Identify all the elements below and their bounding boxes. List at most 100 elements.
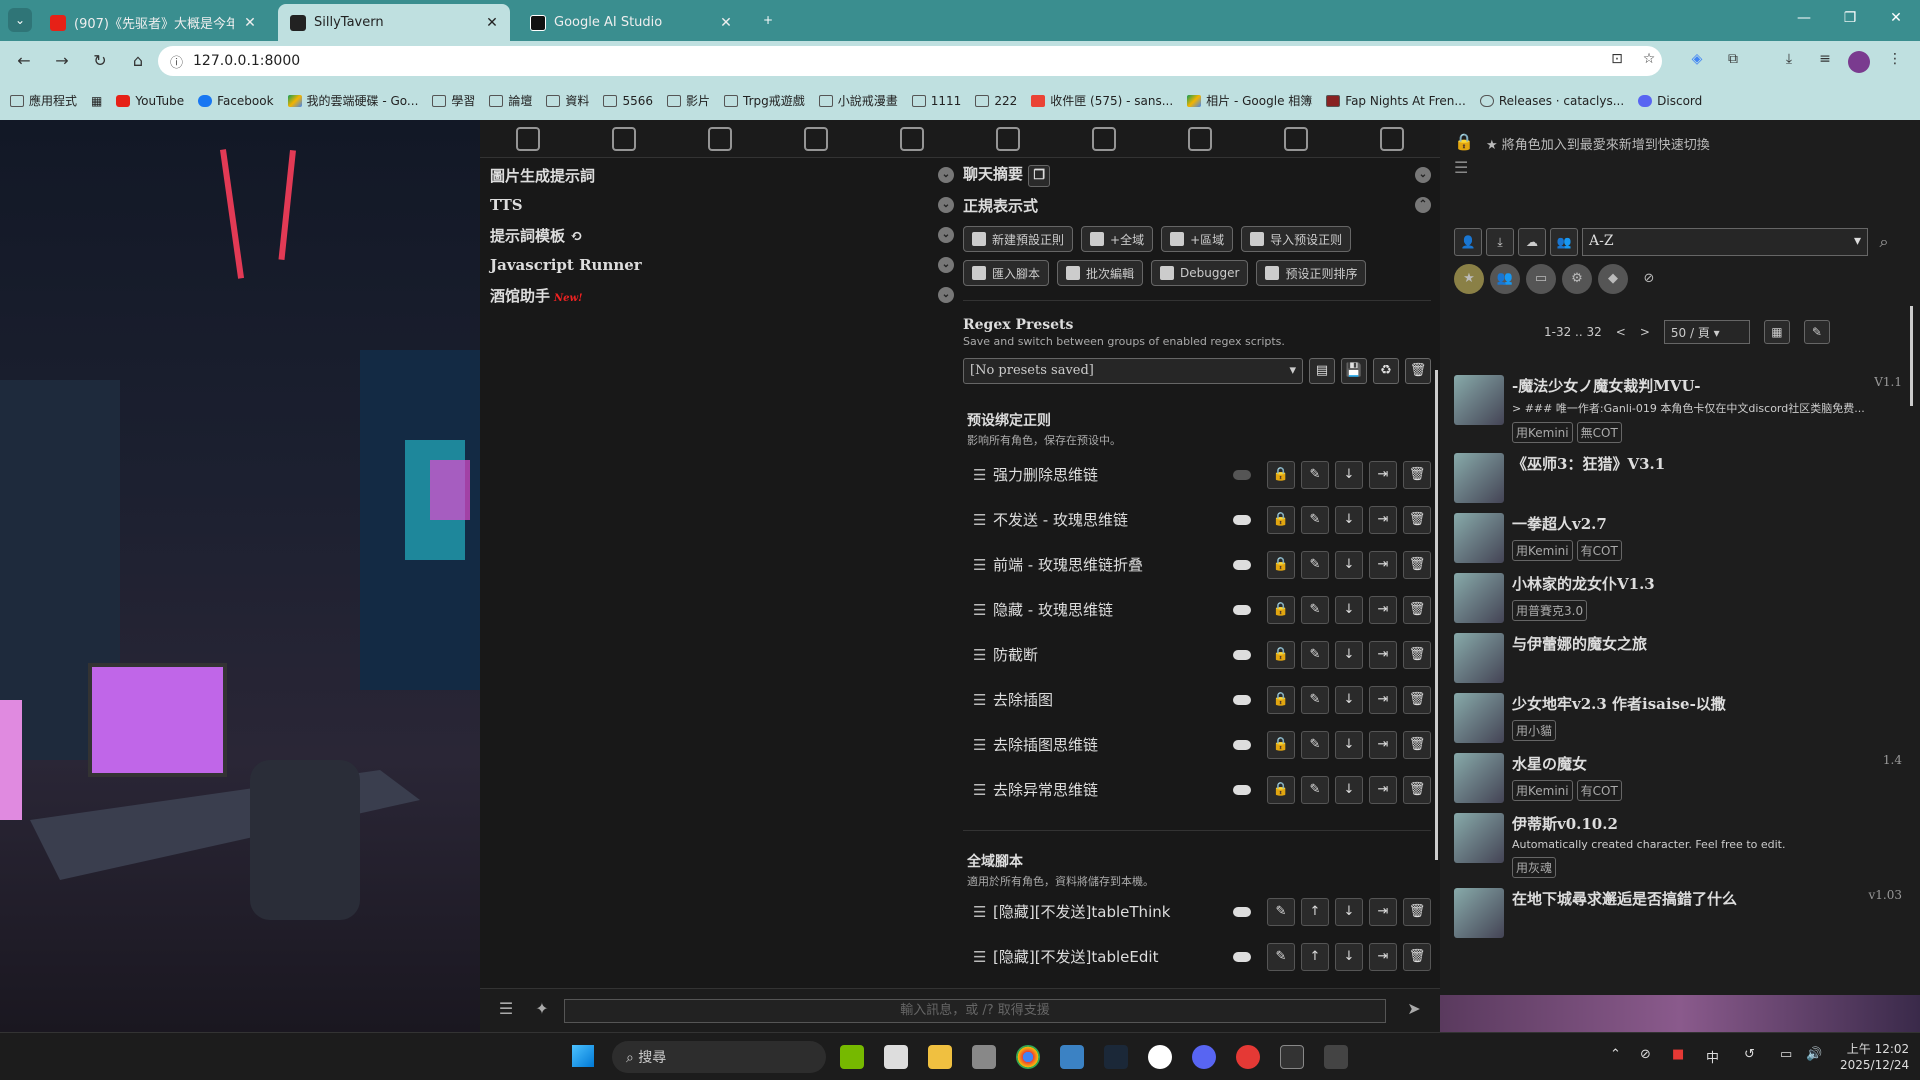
edit-icon[interactable]: ✎ [1301, 550, 1329, 579]
bookmark-fnaf[interactable]: Fap Nights At Fren... [1326, 94, 1466, 108]
drag-handle-icon[interactable]: ☰ [973, 691, 993, 709]
toggle-switch[interactable] [1233, 469, 1251, 480]
drag-handle-icon[interactable]: ☰ [973, 736, 993, 754]
character-card[interactable]: 少女地牢v2.3 作者isaise-以撒 用小貓 [1454, 693, 1902, 743]
volume-icon[interactable]: 🔊 [1806, 1047, 1822, 1062]
arrow-down-icon[interactable]: ↓ [1335, 595, 1363, 624]
tag[interactable]: 用普賽克3.0 [1512, 600, 1588, 621]
ime-indicator[interactable]: 中 [1706, 1047, 1719, 1066]
toggle-switch[interactable] [1233, 906, 1251, 917]
close-icon[interactable]: ✕ [484, 15, 500, 31]
group-button[interactable]: 👥 [1550, 228, 1578, 256]
chevron-down-icon[interactable]: ⌄ [938, 167, 954, 183]
file-explorer-icon[interactable] [928, 1045, 952, 1069]
tag[interactable]: 用Kemini [1512, 780, 1573, 801]
bookmark-discord[interactable]: Discord [1638, 94, 1702, 108]
drag-handle-icon[interactable]: ☰ [973, 466, 993, 484]
edit-icon[interactable]: ✎ [1301, 505, 1329, 534]
character-card[interactable]: 水星の魔女 1.4 用Kemini 有COT [1454, 753, 1902, 803]
character-card[interactable]: 《巫师3：狂猎》V3.1 [1454, 453, 1902, 503]
toggle-switch[interactable] [1233, 514, 1251, 525]
edit-icon[interactable]: ✎ [1301, 730, 1329, 759]
chevron-down-icon[interactable]: ⌄ [938, 287, 954, 303]
media-icon[interactable]: ≡ [1814, 51, 1836, 73]
toggle-switch[interactable] [1233, 649, 1251, 660]
character-card[interactable]: -魔法少女ノ魔女裁判MVU- V1.1 > ### 唯一作者:Ganli-019 本… [1454, 375, 1902, 443]
lock-icon[interactable]: 🔒 [1267, 595, 1295, 624]
persona-icon[interactable] [1188, 126, 1212, 151]
trash-icon[interactable]: 🗑 [1403, 730, 1431, 759]
emoji-icon[interactable] [1284, 126, 1308, 151]
magic-wand-icon[interactable]: ✦ [530, 999, 554, 1023]
extension-js-runner[interactable]: Javascript Runner ⌄ [490, 250, 960, 280]
terminal-icon[interactable] [1280, 1045, 1304, 1069]
chevron-down-icon[interactable]: ⌄ [938, 197, 954, 213]
folder-filter-icon[interactable]: ▭ [1526, 264, 1556, 294]
prev-page-icon[interactable]: < [1616, 325, 1626, 339]
network-icon[interactable]: ▭ [1780, 1047, 1792, 1062]
bookmark-github[interactable]: Releases · cataclys... [1479, 94, 1624, 108]
site-info-icon[interactable]: ⓘ [170, 52, 183, 71]
arrow-down-icon[interactable]: ↓ [1335, 640, 1363, 669]
bookmark-gmail[interactable]: 收件匣 (575) - sans... [1031, 92, 1173, 109]
sliders-icon[interactable] [516, 126, 540, 151]
toggle-switch[interactable] [1233, 694, 1251, 705]
new-preset-button[interactable]: ▤ [1309, 358, 1335, 384]
reload-icon[interactable]: ↻ [86, 47, 114, 75]
add-character-button[interactable]: 👤 [1454, 228, 1482, 256]
close-icon[interactable]: ✕ [718, 15, 734, 31]
taskbar-search[interactable]: ⌕ 搜尋 [612, 1041, 826, 1073]
arrow-down-icon[interactable]: ↓ [1335, 942, 1363, 971]
copy-icon[interactable]: ❐ [1028, 165, 1051, 187]
export-icon[interactable]: ⇥ [1369, 460, 1397, 489]
avatar[interactable] [1454, 633, 1504, 683]
bookmark-star-icon[interactable]: ☆ [1638, 51, 1660, 73]
bookmark-folder[interactable]: 論壇 [489, 92, 532, 109]
bookmark-folder[interactable]: 小說戒漫畫 [818, 92, 898, 109]
edit-icon[interactable]: ✎ [1267, 942, 1295, 971]
options-menu-icon[interactable]: ☰ [494, 999, 518, 1023]
menu-icon[interactable]: ⋮ [1884, 51, 1906, 73]
grid-view-button[interactable]: ▦ [1763, 320, 1790, 344]
lock-icon[interactable]: 🔒 [1267, 640, 1295, 669]
bookmark-folder[interactable]: 學習 [432, 92, 475, 109]
chevron-down-icon[interactable]: ⌄ [938, 227, 954, 243]
edit-icon[interactable]: ✎ [1301, 595, 1329, 624]
drag-handle-icon[interactable]: ☰ [973, 903, 993, 921]
minimize-button[interactable]: — [1784, 10, 1824, 30]
lock-icon[interactable]: 🔒 [1267, 775, 1295, 804]
preset-select[interactable]: [No presets saved] ▾ [963, 358, 1303, 384]
scrollbar[interactable] [1435, 370, 1438, 860]
chat-input[interactable]: 輸入訊息，或 /? 取得支援 [564, 999, 1386, 1023]
tab-ai-studio[interactable]: Google AI Studio ✕ [518, 4, 744, 41]
edit-icon[interactable]: ✎ [1301, 685, 1329, 714]
clear-filter-icon[interactable]: ⊘ [1634, 264, 1664, 294]
character-card[interactable]: 与伊蕾娜的魔女之旅 [1454, 633, 1902, 683]
tag[interactable]: 用Kemini [1512, 422, 1573, 443]
avatar[interactable] [1454, 513, 1504, 563]
edit-icon[interactable]: ✎ [1267, 897, 1295, 926]
close-window-button[interactable]: ✕ [1876, 10, 1916, 30]
drag-handle-icon[interactable]: ☰ [973, 601, 993, 619]
arrow-down-icon[interactable]: ↓ [1335, 685, 1363, 714]
sort-preset-regex-button[interactable]: 预设正则排序 [1256, 260, 1367, 286]
chevron-up-icon[interactable]: ⌃ [1415, 197, 1431, 213]
book-icon[interactable] [804, 126, 828, 151]
extension-image-prompt[interactable]: 圖片生成提示詞 ⌄ [490, 160, 960, 190]
restore-button[interactable]: ❐ [1830, 10, 1870, 30]
chevron-down-icon[interactable]: ⌄ [938, 257, 954, 273]
toggle-switch[interactable] [1233, 739, 1251, 750]
app-icon[interactable]: ↺ [1744, 1047, 1755, 1062]
plug-icon[interactable] [612, 126, 636, 151]
trash-icon[interactable]: 🗑 [1403, 942, 1431, 971]
lock-icon[interactable]: 🔒 [1267, 685, 1295, 714]
toggle-switch[interactable] [1233, 604, 1251, 615]
bookmark-folder[interactable]: 資料 [546, 92, 589, 109]
bookmark-facebook[interactable]: Facebook [198, 94, 274, 108]
extensions-icon[interactable]: ⧉ [1722, 51, 1744, 73]
extensions-cubes-icon[interactable] [1092, 126, 1116, 151]
edit-icon[interactable]: ✎ [1301, 640, 1329, 669]
trash-icon[interactable]: 🗑 [1403, 460, 1431, 489]
close-icon[interactable]: ✕ [242, 15, 258, 31]
export-icon[interactable]: ⇥ [1369, 775, 1397, 804]
